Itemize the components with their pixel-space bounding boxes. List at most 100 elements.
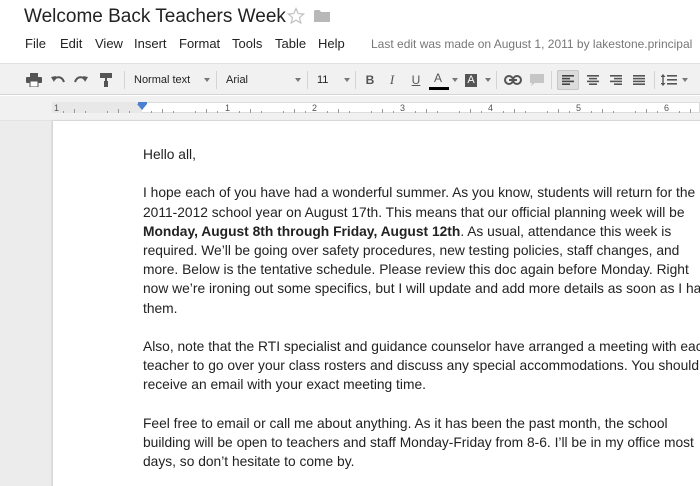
link-icon — [504, 75, 522, 85]
paragraph-1: I hope each of you have had a wonderful … — [143, 183, 700, 317]
ruler-tick — [503, 111, 504, 113]
text-line: I hope each of you have had a wonderful … — [143, 185, 696, 201]
menu-tools[interactable]: Tools — [232, 36, 262, 51]
comment-icon — [530, 74, 544, 86]
align-left-icon — [562, 75, 574, 85]
ruler-tick — [459, 111, 460, 113]
menu-edit[interactable]: Edit — [60, 36, 82, 51]
comment-button[interactable] — [528, 71, 546, 89]
size-caret-icon — [344, 78, 350, 82]
text-line: Monday, August 8th through Friday, Augus… — [143, 222, 700, 241]
font-size-dropdown[interactable]: 11 — [317, 72, 328, 88]
ruler-tick — [690, 109, 691, 113]
ruler-tick — [217, 111, 218, 113]
link-button[interactable] — [503, 71, 523, 89]
menu-insert[interactable]: Insert — [134, 36, 167, 51]
ruler-tick — [679, 111, 680, 113]
ruler-number: 4 — [488, 103, 494, 113]
text-line: Feel free to email or call me about anyt… — [143, 415, 668, 431]
ruler-tick — [261, 111, 262, 113]
italic-button[interactable]: I — [384, 71, 400, 89]
font-dropdown[interactable]: Arial — [226, 72, 248, 88]
style-caret-icon — [204, 78, 210, 82]
ruler[interactable]: 1 1 2 3 4 5 6 — [0, 96, 700, 121]
menu-view[interactable]: View — [95, 36, 123, 51]
menu-table[interactable]: Table — [275, 36, 306, 51]
print-button[interactable] — [25, 71, 43, 89]
ruler-tick — [657, 111, 658, 113]
align-center-button[interactable] — [583, 71, 603, 89]
ruler-tick — [371, 111, 372, 113]
ruler-tick — [382, 109, 383, 113]
ruler-tick — [470, 109, 471, 113]
bold-button[interactable]: B — [362, 71, 378, 89]
ruler-tick — [349, 111, 350, 113]
text-line: Also, note that the RTI specialist and g… — [143, 339, 700, 354]
paint-format-button[interactable] — [97, 71, 115, 89]
ruler-tick — [327, 111, 328, 113]
planning-dates-bold: Monday, August 8th through Friday, Augus… — [143, 223, 461, 239]
ruler-tick — [591, 111, 592, 113]
last-edit-status[interactable]: Last edit was made on August 1, 2011 by … — [371, 37, 692, 51]
text-line: building will be open to teachers and st… — [143, 435, 694, 450]
star-icon[interactable] — [286, 6, 306, 25]
ruler-tick — [426, 109, 427, 113]
document-body[interactable]: Hello all, I hope each of you have had a… — [143, 145, 700, 486]
text-color-swatch — [429, 87, 449, 90]
text-run: . As usual, attendance this week is — [460, 223, 672, 239]
line-spacing-button[interactable] — [660, 71, 678, 89]
ruler-tick — [437, 111, 438, 113]
ruler-tick — [294, 109, 295, 113]
ruler-tick — [569, 111, 570, 113]
text-line: days, so don’t hesitate to come by. — [143, 454, 355, 470]
ruler-tick — [239, 111, 240, 113]
align-left-button[interactable] — [557, 70, 579, 90]
ruler-tick — [525, 111, 526, 113]
paint-format-icon — [100, 73, 112, 87]
menu-bar: File Edit View Insert Format Tools Table… — [0, 34, 700, 54]
paragraph-2: Also, note that the RTI specialist and g… — [143, 337, 700, 395]
ruler-tick — [63, 111, 64, 113]
text-line: receive an email with your exact meeting… — [143, 377, 426, 393]
menu-help[interactable]: Help — [318, 36, 345, 51]
ruler-tick — [129, 111, 130, 113]
greeting-paragraph: Hello all, — [143, 145, 700, 164]
ruler-number: 6 — [664, 103, 670, 113]
text-line: them. — [143, 300, 178, 316]
print-icon — [26, 73, 42, 87]
font-caret-icon — [295, 78, 301, 82]
menu-format[interactable]: Format — [179, 36, 220, 51]
left-indent-marker-icon[interactable] — [137, 104, 147, 110]
document-title[interactable]: Welcome Back Teachers Week — [24, 6, 286, 28]
style-dropdown[interactable]: Normal text — [134, 72, 190, 88]
ruler-tick — [514, 109, 515, 113]
highlight-button[interactable]: A — [463, 71, 479, 89]
ruler-tick — [74, 109, 75, 113]
ruler-number: 2 — [312, 103, 318, 113]
ruler-tick — [151, 111, 152, 113]
ruler-tick — [547, 111, 548, 113]
text-line: teacher to go over your class rosters an… — [143, 358, 700, 374]
text-line: required. We’ll be going over safety pro… — [143, 243, 680, 258]
line-spacing-icon — [661, 74, 677, 86]
undo-button[interactable] — [49, 71, 67, 89]
underline-button[interactable]: U — [408, 71, 424, 89]
document-page[interactable]: Hello all, I hope each of you have had a… — [52, 121, 700, 486]
ruler-tick — [602, 109, 603, 113]
redo-icon — [74, 76, 88, 83]
ruler-tick — [206, 109, 207, 113]
ruler-tick — [85, 111, 86, 113]
ruler-number: 1 — [225, 103, 231, 113]
redo-button[interactable] — [72, 71, 90, 89]
folder-icon[interactable] — [314, 9, 330, 23]
ruler-tick — [415, 111, 416, 113]
ruler-tick — [195, 111, 196, 113]
ruler-number: 3 — [400, 103, 406, 113]
menu-file[interactable]: File — [25, 36, 46, 51]
justify-button[interactable] — [629, 71, 649, 89]
ruler-tick — [338, 109, 339, 113]
align-right-button[interactable] — [606, 71, 626, 89]
ruler-tick — [118, 109, 119, 113]
ruler-number: 5 — [576, 103, 582, 113]
ruler-tick — [173, 111, 174, 113]
